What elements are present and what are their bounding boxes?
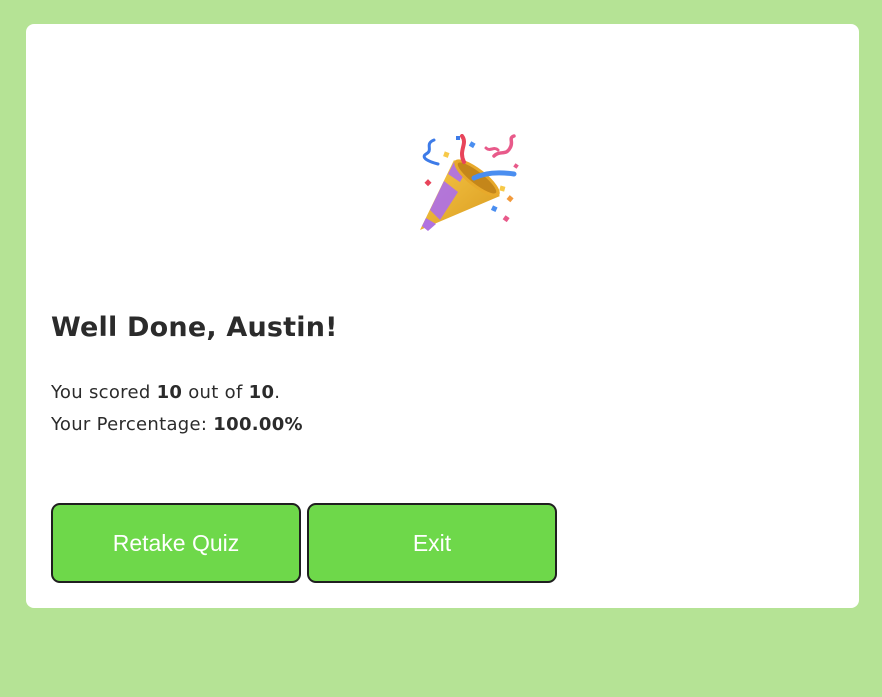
- percentage-value: 100.00%: [213, 414, 303, 435]
- score-prefix: You scored: [51, 382, 157, 403]
- percentage-label: Your Percentage:: [51, 414, 214, 435]
- party-popper-icon: [414, 134, 524, 238]
- score-value: 10: [156, 382, 183, 403]
- score-text: You scored 10 out of 10.: [51, 382, 280, 403]
- percentage-text: Your Percentage: 100.00%: [51, 414, 303, 435]
- score-total: 10: [248, 382, 275, 403]
- score-suffix: .: [274, 382, 281, 403]
- exit-button[interactable]: Exit: [307, 503, 557, 583]
- score-middle: out of: [182, 382, 249, 403]
- result-title: Well Done, Austin!: [51, 312, 338, 343]
- result-card: Well Done, Austin! You scored 10 out of …: [26, 24, 859, 608]
- retake-quiz-button[interactable]: Retake Quiz: [51, 503, 301, 583]
